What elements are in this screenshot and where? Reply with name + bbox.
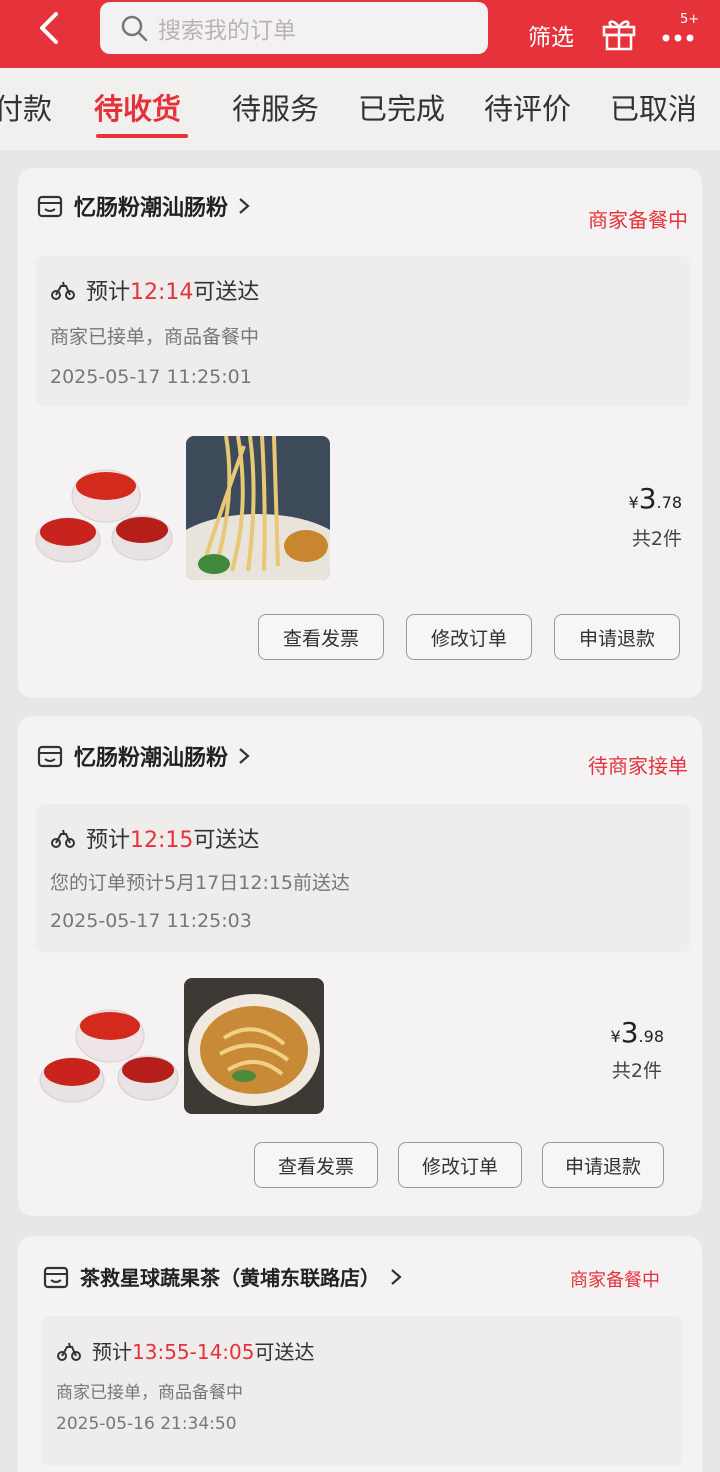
- delivery-info[interactable]: 预计12:15可送达 您的订单预计5月17日12:15前送达 2025-05-1…: [36, 804, 690, 952]
- eta-text: 预计12:15可送达: [86, 828, 260, 853]
- tab-to-review[interactable]: 待评价: [484, 86, 571, 128]
- order-card[interactable]: 忆肠粉潮汕肠粉 商家备餐中 预计12:14可送达 商家已接单，商品备餐中 202…: [18, 168, 702, 698]
- filter-button[interactable]: 筛选: [528, 18, 574, 52]
- order-timestamp: 2025-05-17 11:25:03: [50, 910, 252, 932]
- delivery-info[interactable]: 预计12:14可送达 商家已接单，商品备餐中 2025-05-17 11:25:…: [36, 256, 690, 406]
- request-refund-button[interactable]: 申请退款: [542, 1142, 664, 1188]
- order-status: 商家备餐中: [570, 1270, 660, 1291]
- shop-link[interactable]: 忆肠粉潮汕肠粉: [36, 190, 252, 222]
- shop-link[interactable]: 茶救星球蔬果茶（黄埔东联路店）: [42, 1262, 404, 1291]
- item-count: 共2件: [611, 1060, 662, 1082]
- order-status: 待商家接单: [588, 754, 688, 778]
- order-status: 商家备餐中: [588, 208, 688, 232]
- tab-to-receive[interactable]: 待收货: [94, 86, 181, 128]
- product-image-curry-noodles: [184, 978, 324, 1114]
- tab-completed[interactable]: 已完成: [358, 86, 445, 128]
- delivery-info[interactable]: 预计13:55-14:05可送达 商家已接单，商品备餐中 2025-05-16 …: [42, 1316, 682, 1466]
- top-bar: 搜索我的订单 筛选 5+: [0, 0, 720, 68]
- shop-name: 忆肠粉潮汕肠粉: [74, 746, 229, 771]
- scooter-icon: [51, 829, 75, 848]
- shop-icon: [37, 745, 63, 768]
- order-timestamp: 2025-05-16 21:34:50: [56, 1414, 237, 1434]
- search-icon: [121, 15, 148, 42]
- order-price: ¥3.98: [610, 1016, 664, 1049]
- order-timestamp: 2025-05-17 11:25:01: [50, 366, 252, 388]
- tab-to-service[interactable]: 待服务: [232, 86, 319, 128]
- shop-name: 茶救星球蔬果茶（黄埔东联路店）: [80, 1266, 380, 1290]
- tab-cancelled[interactable]: 已取消: [610, 86, 697, 128]
- shop-link[interactable]: 忆肠粉潮汕肠粉: [36, 740, 252, 772]
- chevron-right-icon: [239, 198, 250, 214]
- modify-order-button[interactable]: 修改订单: [406, 614, 532, 660]
- notification-badge: 5+: [680, 12, 700, 27]
- delivery-message: 商家已接单，商品备餐中: [50, 326, 260, 348]
- shop-name: 忆肠粉潮汕肠粉: [74, 196, 229, 221]
- modify-order-button[interactable]: 修改订单: [398, 1142, 522, 1188]
- eta-text: 预计13:55-14:05可送达: [92, 1340, 315, 1364]
- search-placeholder: 搜索我的订单: [158, 18, 296, 44]
- order-price: ¥3.78: [628, 482, 682, 515]
- search-input[interactable]: 搜索我的订单: [100, 2, 488, 54]
- order-status-tabs: 付款 待收货 待服务 已完成 待评价 已取消: [0, 68, 720, 150]
- tab-pay[interactable]: 付款: [0, 86, 52, 128]
- product-image-chili-sauce: [32, 440, 176, 584]
- shop-icon: [37, 195, 63, 218]
- view-invoice-button[interactable]: 查看发票: [254, 1142, 378, 1188]
- gift-icon[interactable]: [600, 14, 638, 52]
- active-tab-indicator: [96, 134, 188, 138]
- scooter-icon: [51, 281, 75, 300]
- eta-text: 预计12:14可送达: [86, 280, 260, 305]
- chevron-right-icon: [239, 748, 250, 764]
- view-invoice-button[interactable]: 查看发票: [258, 614, 384, 660]
- order-card[interactable]: 茶救星球蔬果茶（黄埔东联路店） 商家备餐中 预计13:55-14:05可送达 商…: [18, 1236, 702, 1472]
- delivery-message: 您的订单预计5月17日12:15前送达: [50, 872, 351, 894]
- order-card[interactable]: 忆肠粉潮汕肠粉 待商家接单 预计12:15可送达 您的订单预计5月17日12:1…: [18, 716, 702, 1216]
- back-arrow-icon[interactable]: [30, 8, 70, 48]
- item-count: 共2件: [631, 528, 682, 550]
- chevron-right-icon: [391, 1268, 402, 1285]
- product-image-noodles: [186, 436, 330, 580]
- product-image-chili-sauce: [36, 984, 180, 1128]
- shop-icon: [43, 1266, 69, 1288]
- delivery-message: 商家已接单，商品备餐中: [56, 1383, 243, 1403]
- scooter-icon: [57, 1342, 81, 1361]
- request-refund-button[interactable]: 申请退款: [554, 614, 680, 660]
